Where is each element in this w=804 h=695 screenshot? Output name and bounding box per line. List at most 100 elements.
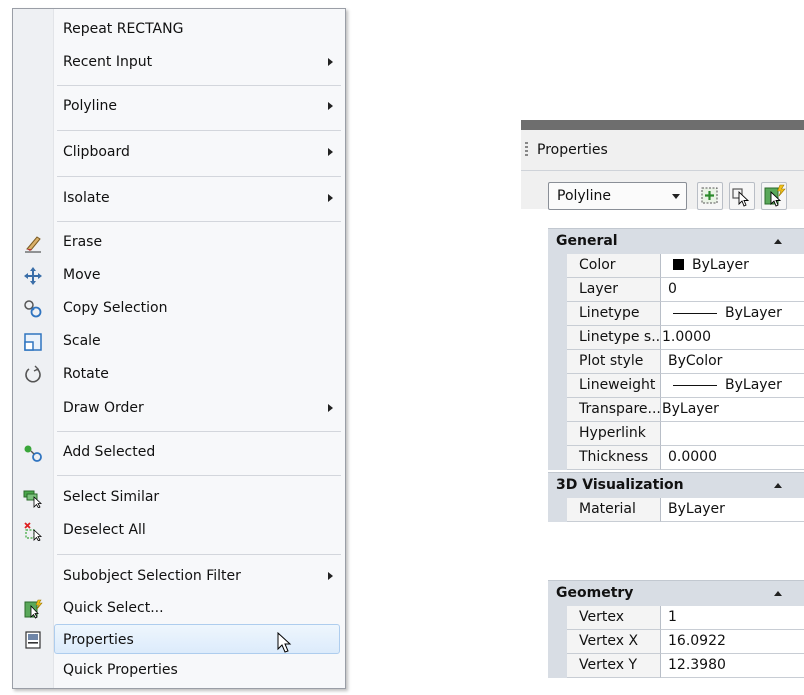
property-name: Linetype s... [567,326,661,350]
property-value[interactable]: 16.0922 [661,630,804,654]
property-value[interactable]: ByLayer [661,498,804,522]
property-name: Layer [567,278,661,302]
toggle-pickadd-button[interactable] [697,182,723,210]
menu-item-deselect-all[interactable]: Deselect All [13,515,345,545]
property-row-material[interactable]: Material ByLayer [548,498,804,522]
menu-item-repeat-rectang[interactable]: Repeat RECTANG [13,14,345,44]
row-gutter [548,630,567,654]
menu-item-draw-order[interactable]: Draw Order [13,393,345,423]
property-name: Vertex [567,606,661,630]
linetype-sample [673,312,717,314]
menu-item-label: Quick Select... [63,600,164,616]
property-row-plot-style[interactable]: Plot style ByColor [548,350,804,374]
row-gutter [548,254,567,278]
menu-item-scale[interactable]: Scale [13,326,345,356]
property-value[interactable]: 1 [661,606,804,630]
menu-item-label: Erase [63,234,103,250]
property-row-vertex[interactable]: Vertex 1 [548,606,804,630]
select-similar-icon [23,490,43,508]
property-value[interactable] [661,422,804,446]
menu-item-label: Add Selected [63,444,156,460]
row-gutter [548,374,567,398]
row-gutter [548,326,567,350]
menu-item-select-similar[interactable]: Select Similar [13,482,345,512]
pickadd-icon [701,187,718,204]
section-header-geometry[interactable]: Geometry [548,580,804,606]
property-name: Color [567,254,661,278]
section-title: Geometry [556,585,634,601]
row-gutter [548,278,567,302]
property-row-vertex-x[interactable]: Vertex X 16.0922 [548,630,804,654]
palette-title-bar[interactable]: Properties [521,130,804,171]
menu-item-quick-select[interactable]: Quick Select... [13,593,345,623]
menu-separator [57,85,341,86]
deselect-all-icon [24,522,43,541]
collapse-arrow-icon[interactable] [774,591,782,596]
property-row-color[interactable]: Color ByLayer [548,254,804,278]
menu-item-label: Copy Selection [63,300,168,316]
menu-item-copy-selection[interactable]: Copy Selection [13,293,345,323]
row-gutter [548,350,567,374]
menu-item-move[interactable]: Move [13,260,345,290]
lineweight-sample [673,384,717,386]
quick-select-icon [24,599,43,619]
property-row-thickness[interactable]: Thickness 0.0000 [548,446,804,470]
property-row-vertex-y[interactable]: Vertex Y 12.3980 [548,654,804,678]
mouse-pointer-icon [277,632,292,653]
property-row-linetype[interactable]: Linetype ByLayer [548,302,804,326]
menu-item-recent-input[interactable]: Recent Input [13,47,345,77]
color-swatch [673,258,684,270]
property-name: Vertex Y [567,654,661,678]
section-title: General [556,233,618,249]
row-gutter [548,302,567,326]
property-value-cell[interactable]: ByLayer [661,374,804,398]
property-value-cell[interactable]: ByLayer [661,302,804,326]
menu-item-label: Properties [63,632,134,648]
menu-item-rotate[interactable]: Rotate [13,359,345,389]
properties-palette: Properties Polyline General Color ByLaye… [521,120,804,695]
property-row-layer[interactable]: Layer 0 [548,278,804,302]
palette-top-border [521,120,804,130]
menu-item-properties[interactable]: Properties [54,624,340,654]
menu-item-quick-properties[interactable]: Quick Properties [13,655,345,685]
property-row-lineweight[interactable]: Lineweight ByLayer [548,374,804,398]
collapse-arrow-icon[interactable] [774,239,782,244]
property-value[interactable]: 12.3980 [661,654,804,678]
submenu-arrow-icon [328,148,333,156]
property-row-hyperlink[interactable]: Hyperlink [548,422,804,446]
menu-item-polyline[interactable]: Polyline [13,91,345,121]
quick-select-button[interactable] [761,182,787,210]
select-objects-button[interactable] [729,182,755,210]
property-row-linetype-scale[interactable]: Linetype s... 1.0000 [548,326,804,350]
chevron-down-icon [672,194,680,199]
properties-icon [25,631,41,649]
submenu-arrow-icon [328,194,333,202]
menu-item-label: Move [63,267,101,283]
property-value[interactable]: 1.0000 [661,326,804,350]
submenu-arrow-icon [328,102,333,110]
menu-item-isolate[interactable]: Isolate [13,183,345,213]
menu-item-subobject-selection-filter[interactable]: Subobject Selection Filter [13,561,345,591]
collapse-arrow-icon[interactable] [774,483,782,488]
property-value[interactable]: ByLayer [661,398,804,422]
property-value[interactable]: ByColor [661,350,804,374]
property-value-cell[interactable]: ByLayer [661,254,804,278]
menu-item-label: Polyline [63,98,117,114]
menu-separator [57,431,341,432]
property-value[interactable]: 0 [661,278,804,302]
property-row-transparency[interactable]: Transpare... ByLayer [548,398,804,422]
row-gutter [548,606,567,630]
object-type-dropdown[interactable]: Polyline [548,182,687,210]
property-name: Plot style [567,350,661,374]
menu-item-erase[interactable]: Erase [13,227,345,257]
submenu-arrow-icon [328,572,333,580]
menu-item-label: Draw Order [63,400,144,416]
menu-separator [57,221,341,222]
section-header-general[interactable]: General [548,228,804,254]
section-header-3d-visualization[interactable]: 3D Visualization [548,472,804,498]
submenu-arrow-icon [328,58,333,66]
menu-item-add-selected[interactable]: Add Selected [13,437,345,467]
drag-grip-icon[interactable] [525,142,528,158]
property-value[interactable]: 0.0000 [661,446,804,470]
menu-item-clipboard[interactable]: Clipboard [13,137,345,167]
